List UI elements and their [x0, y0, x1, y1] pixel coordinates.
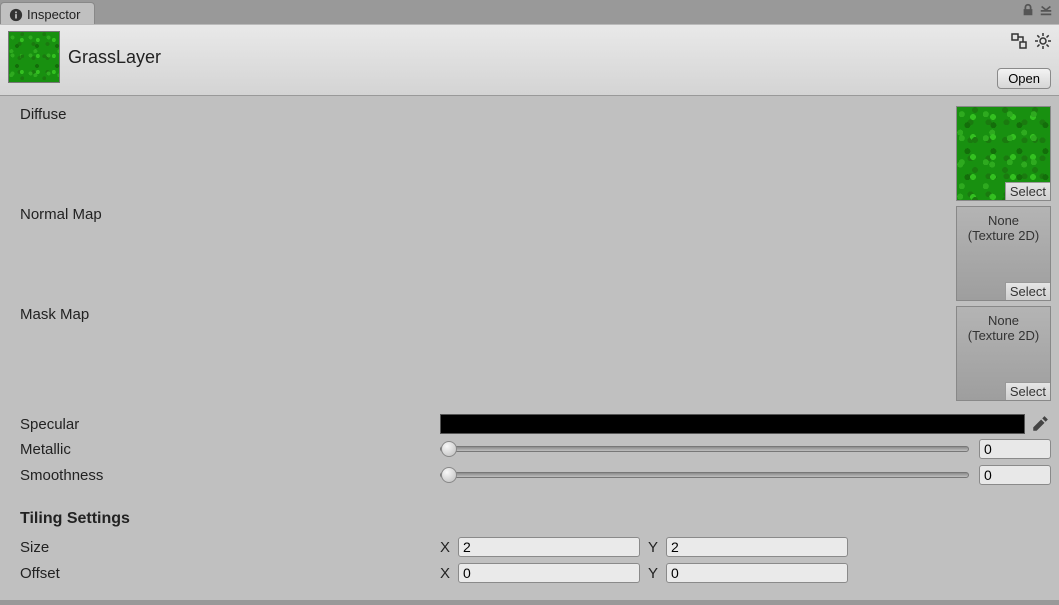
tab-bar: Inspector	[0, 0, 1059, 24]
specular-label: Specular	[20, 416, 440, 433]
property-size: Size X Y	[20, 534, 1051, 560]
property-specular: Specular	[20, 412, 1051, 436]
property-smoothness: Smoothness	[20, 462, 1051, 488]
metallic-label: Metallic	[20, 441, 440, 458]
normal-label: Normal Map	[20, 206, 440, 304]
metallic-value-field[interactable]	[979, 439, 1051, 459]
metallic-slider-thumb[interactable]	[441, 441, 457, 457]
property-metallic: Metallic	[20, 436, 1051, 462]
normal-select-button[interactable]: Select	[1005, 282, 1050, 300]
smoothness-slider[interactable]	[440, 472, 969, 478]
mask-texture-slot[interactable]: None (Texture 2D) Select	[956, 306, 1051, 401]
normal-none-text: None	[988, 213, 1019, 228]
size-x-label: X	[440, 539, 458, 556]
mask-select-button[interactable]: Select	[1005, 382, 1050, 400]
tab-title: Inspector	[27, 7, 80, 22]
prefab-icon[interactable]	[1011, 33, 1027, 49]
tab-inspector[interactable]: Inspector	[0, 2, 95, 24]
offset-y-field[interactable]	[666, 563, 848, 583]
inspector-body: Diffuse Select Normal Map None (Texture …	[0, 96, 1059, 600]
property-offset: Offset X Y	[20, 560, 1051, 586]
normal-type-text: (Texture 2D)	[968, 228, 1040, 243]
offset-label: Offset	[20, 565, 440, 582]
diffuse-select-button[interactable]: Select	[1005, 182, 1050, 200]
smoothness-label: Smoothness	[20, 467, 440, 484]
property-mask-map: Mask Map None (Texture 2D) Select	[20, 306, 1051, 404]
gear-icon[interactable]	[1035, 33, 1051, 49]
smoothness-value-field[interactable]	[979, 465, 1051, 485]
normal-texture-slot[interactable]: None (Texture 2D) Select	[956, 206, 1051, 301]
info-icon	[9, 8, 23, 22]
asset-thumbnail[interactable]	[8, 31, 60, 83]
tiling-settings-header: Tiling Settings	[20, 510, 1051, 528]
specular-color-field[interactable]	[440, 414, 1025, 434]
lock-icon[interactable]	[1021, 3, 1035, 17]
diffuse-label: Diffuse	[20, 106, 440, 204]
size-label: Size	[20, 539, 440, 556]
size-x-field[interactable]	[458, 537, 640, 557]
mask-label: Mask Map	[20, 306, 440, 404]
mask-none-text: None	[988, 313, 1019, 328]
asset-header: GrassLayer Open	[0, 24, 1059, 96]
offset-y-label: Y	[648, 565, 666, 582]
eyedropper-icon[interactable]	[1029, 415, 1051, 433]
property-diffuse: Diffuse Select	[20, 106, 1051, 204]
open-button[interactable]: Open	[997, 68, 1051, 89]
asset-name: GrassLayer	[68, 47, 161, 68]
mask-type-text: (Texture 2D)	[968, 328, 1040, 343]
size-y-label: Y	[648, 539, 666, 556]
offset-x-field[interactable]	[458, 563, 640, 583]
property-normal-map: Normal Map None (Texture 2D) Select	[20, 206, 1051, 304]
offset-x-label: X	[440, 565, 458, 582]
metallic-slider[interactable]	[440, 446, 969, 452]
smoothness-slider-thumb[interactable]	[441, 467, 457, 483]
context-menu-icon[interactable]	[1039, 3, 1053, 17]
diffuse-texture-slot[interactable]: Select	[956, 106, 1051, 201]
size-y-field[interactable]	[666, 537, 848, 557]
